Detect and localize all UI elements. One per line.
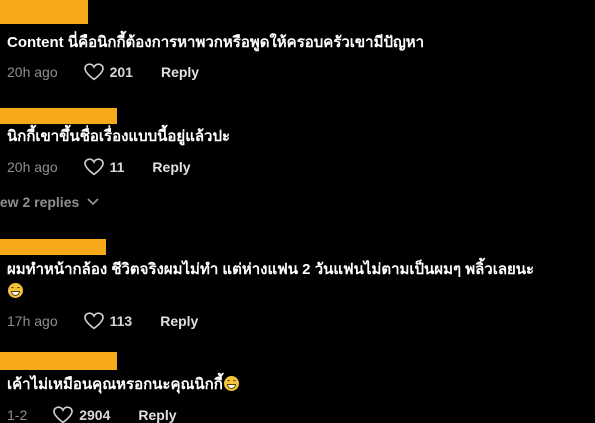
redacted-username bbox=[0, 0, 88, 24]
reply-button[interactable]: Reply bbox=[152, 159, 190, 175]
heart-icon bbox=[83, 312, 104, 330]
view-replies-label: iew 2 replies bbox=[0, 194, 80, 210]
comment-text-content: เค้าไม่เหมือนคุณหรอกนะคุณนิกกี้ bbox=[7, 376, 223, 393]
comment-text: Content นี่คือนิกกี้ต้องการหาพวกหรือพูดใ… bbox=[7, 34, 425, 51]
view-replies-button[interactable]: iew 2 replies bbox=[0, 194, 99, 210]
comments-list: Content นี่คือนิกกี้ต้องการหาพวกหรือพูดใ… bbox=[0, 0, 595, 423]
like-count: 201 bbox=[109, 64, 133, 80]
like-button[interactable]: 201 bbox=[83, 63, 133, 81]
like-count: 2904 bbox=[79, 407, 111, 423]
like-button[interactable]: 11 bbox=[83, 158, 125, 176]
comment-time: 20h ago bbox=[7, 64, 58, 80]
comment-meta: 20h ago 11 Reply bbox=[7, 157, 191, 177]
comment-meta: 17h ago 113 Reply bbox=[7, 311, 198, 331]
comment-time: 1-2 bbox=[7, 407, 28, 423]
heart-icon bbox=[83, 63, 104, 81]
grinning-face-icon bbox=[223, 376, 239, 391]
heart-icon bbox=[83, 158, 104, 176]
like-button[interactable]: 2904 bbox=[53, 406, 110, 423]
reply-button[interactable]: Reply bbox=[161, 64, 199, 80]
grinning-face-icon bbox=[8, 283, 23, 298]
redacted-username bbox=[0, 239, 106, 255]
comment-text-content: ผมทำหน้ากล้อง ชีวิตจริงผมไม่ทำ แต่ห่างแฟ… bbox=[7, 261, 535, 278]
like-count: 113 bbox=[109, 313, 133, 329]
comment-time: 20h ago bbox=[7, 159, 58, 175]
reply-button[interactable]: Reply bbox=[138, 407, 176, 423]
chevron-down-icon bbox=[87, 198, 99, 206]
redacted-username bbox=[0, 108, 117, 124]
comment-text: ผมทำหน้ากล้อง ชีวิตจริงผมไม่ทำ แต่ห่างแฟ… bbox=[7, 259, 592, 303]
like-button[interactable]: 113 bbox=[83, 312, 133, 330]
comment-meta: 1-2 2904 Reply bbox=[7, 405, 177, 423]
comment-meta: 20h ago 201 Reply bbox=[7, 62, 199, 82]
comment-text: นิกกี้เขาขึ้นชื่อเรื่องแบบนี้อยู่แล้วปะ bbox=[7, 128, 231, 145]
redacted-username bbox=[0, 352, 117, 370]
like-count: 11 bbox=[109, 159, 125, 175]
reply-button[interactable]: Reply bbox=[160, 313, 198, 329]
heart-icon bbox=[53, 406, 74, 423]
comment-time: 17h ago bbox=[7, 313, 58, 329]
comment-text: เค้าไม่เหมือนคุณหรอกนะคุณนิกกี้ bbox=[7, 374, 239, 396]
